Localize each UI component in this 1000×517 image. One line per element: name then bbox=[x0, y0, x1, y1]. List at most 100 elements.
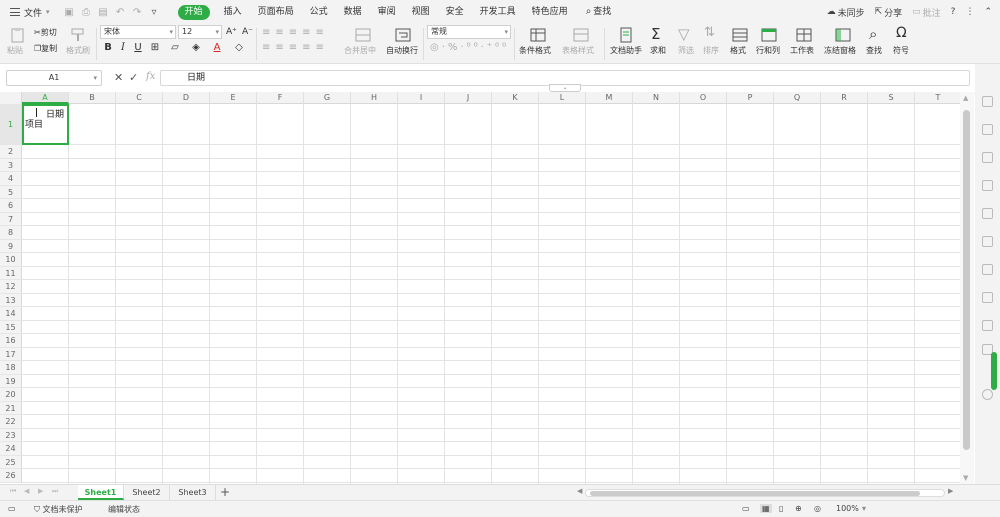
row-header-19[interactable]: 19 bbox=[0, 374, 22, 388]
column-header-k[interactable]: K bbox=[492, 92, 539, 104]
chevron-down-icon[interactable]: ⌄ bbox=[549, 84, 581, 92]
increase-font-icon[interactable]: A⁺ bbox=[226, 27, 237, 37]
hscroll-left-icon[interactable]: ◀ bbox=[577, 487, 582, 495]
number-format-select[interactable]: 常规 bbox=[427, 25, 511, 39]
paste-button[interactable]: 粘贴 bbox=[7, 45, 23, 56]
save-icon[interactable]: ▣ bbox=[64, 7, 75, 18]
column-header-i[interactable]: I bbox=[398, 92, 445, 104]
column-header-a[interactable]: A bbox=[22, 92, 69, 104]
print-icon[interactable]: ⎙ bbox=[81, 7, 92, 18]
sum-button[interactable]: 求和 bbox=[650, 45, 666, 56]
merge-center-button[interactable]: 合并居中 bbox=[344, 45, 376, 56]
conditional-format-button[interactable]: 条件格式 bbox=[519, 45, 551, 56]
row-header-3[interactable]: 3 bbox=[0, 158, 22, 172]
column-header-r[interactable]: R bbox=[821, 92, 868, 104]
view-normal-icon[interactable]: ▭ bbox=[742, 504, 750, 513]
row-header-1[interactable]: 1 bbox=[0, 104, 22, 145]
row-header-8[interactable]: 8 bbox=[0, 226, 22, 240]
chevron-down-icon[interactable]: ▾ bbox=[862, 504, 866, 513]
doc-assistant-button[interactable]: 文档助手 bbox=[610, 45, 642, 56]
panel-icon[interactable] bbox=[982, 152, 993, 163]
decrease-font-icon[interactable]: A⁻ bbox=[242, 27, 253, 37]
row-header-23[interactable]: 23 bbox=[0, 428, 22, 442]
prev-sheet-icon[interactable]: ◀ bbox=[24, 487, 29, 495]
column-header-o[interactable]: O bbox=[680, 92, 727, 104]
tab-5[interactable]: 审阅 bbox=[370, 0, 404, 24]
vertical-scroll-thumb[interactable] bbox=[963, 110, 970, 450]
column-header-q[interactable]: Q bbox=[774, 92, 821, 104]
cut-button[interactable]: ✂剪切 bbox=[34, 27, 57, 38]
column-header-m[interactable]: M bbox=[586, 92, 633, 104]
wrap-text-button[interactable]: 自动换行 bbox=[386, 45, 418, 56]
search-tab[interactable]: ⌕ 查找 bbox=[578, 0, 620, 24]
tab-4[interactable]: 数据 bbox=[336, 0, 370, 24]
row-header-10[interactable]: 10 bbox=[0, 253, 22, 267]
row-header-16[interactable]: 16 bbox=[0, 334, 22, 348]
underline-icon[interactable]: U bbox=[133, 42, 143, 53]
view-reading-icon[interactable]: ⊕ bbox=[795, 504, 802, 513]
undo-icon[interactable]: ↶ bbox=[115, 7, 126, 18]
horizontal-scroll-thumb[interactable] bbox=[590, 491, 920, 496]
row-header-6[interactable]: 6 bbox=[0, 199, 22, 213]
share-button[interactable]: ⇱ 分享 bbox=[875, 6, 903, 19]
hscroll-right-icon[interactable]: ▶ bbox=[948, 487, 953, 495]
comment-button[interactable]: ▭ 批注 bbox=[912, 6, 941, 19]
row-header-20[interactable]: 20 bbox=[0, 388, 22, 402]
row-header-24[interactable]: 24 bbox=[0, 442, 22, 456]
column-header-p[interactable]: P bbox=[727, 92, 774, 104]
macro-icon[interactable]: ▭ bbox=[8, 504, 16, 513]
last-sheet-icon[interactable]: ⏭ bbox=[52, 487, 58, 496]
add-sheet-icon[interactable]: + bbox=[220, 485, 230, 500]
row-header-18[interactable]: 18 bbox=[0, 361, 22, 375]
column-header-f[interactable]: F bbox=[257, 92, 304, 104]
tab-9[interactable]: 特色应用 bbox=[524, 0, 576, 24]
sheet-tab-3[interactable]: Sheet3 bbox=[170, 485, 216, 500]
worksheet-button[interactable]: 工作表 bbox=[790, 45, 814, 56]
panel-icon[interactable] bbox=[982, 236, 993, 247]
table-style-button[interactable]: 表格样式 bbox=[562, 45, 594, 56]
tab-8[interactable]: 开发工具 bbox=[472, 0, 524, 24]
sheet-tab-2[interactable]: Sheet2 bbox=[124, 485, 170, 500]
next-sheet-icon[interactable]: ▶ bbox=[38, 487, 43, 495]
format-button[interactable]: 格式 bbox=[730, 45, 746, 56]
row-header-21[interactable]: 21 bbox=[0, 401, 22, 415]
vertical-scrollbar[interactable]: ▲ ▼ bbox=[960, 92, 974, 484]
name-box[interactable]: A1 bbox=[6, 70, 102, 86]
row-header-13[interactable]: 13 bbox=[0, 293, 22, 307]
customize-icon[interactable]: ▿ bbox=[149, 7, 160, 18]
panel-icon[interactable] bbox=[982, 124, 993, 135]
copy-button[interactable]: ❐复制 bbox=[34, 43, 57, 54]
zoom-level[interactable]: 100% bbox=[836, 504, 859, 513]
freeze-panes-button[interactable]: 冻结窗格 bbox=[824, 45, 856, 56]
cancel-icon[interactable]: ✕ bbox=[114, 71, 123, 84]
first-sheet-icon[interactable]: ⏮ bbox=[10, 487, 16, 496]
redo-icon[interactable]: ↷ bbox=[132, 7, 143, 18]
scroll-down-icon[interactable]: ▼ bbox=[963, 474, 968, 482]
tab-0[interactable]: 开始 bbox=[177, 4, 210, 20]
select-all-corner[interactable] bbox=[0, 92, 22, 104]
panel-icon[interactable] bbox=[982, 320, 993, 331]
column-header-e[interactable]: E bbox=[210, 92, 257, 104]
clear-format-icon[interactable]: ◇ bbox=[234, 42, 244, 53]
panel-icon[interactable] bbox=[982, 208, 993, 219]
panel-icon[interactable] bbox=[982, 292, 993, 303]
row-col-button[interactable]: 行和列 bbox=[756, 45, 780, 56]
help-button[interactable]: ? bbox=[951, 7, 956, 17]
row-header-15[interactable]: 15 bbox=[0, 320, 22, 334]
tab-3[interactable]: 公式 bbox=[302, 0, 336, 24]
sheet-tab-1[interactable]: Sheet1 bbox=[78, 485, 124, 500]
panel-icon[interactable] bbox=[982, 264, 993, 275]
cell-a1[interactable]: 日期 项目 bbox=[22, 104, 69, 145]
horizontal-scrollbar[interactable] bbox=[585, 489, 945, 497]
spreadsheet-grid[interactable]: ABCDEFGHIJKLMNOPQRST 1 2 3 4 5 6 7 8 9 10 11 12 13 14… bbox=[0, 92, 960, 484]
column-header-s[interactable]: S bbox=[868, 92, 915, 104]
find-button[interactable]: 查找 bbox=[866, 45, 882, 56]
row-header-14[interactable]: 14 bbox=[0, 307, 22, 321]
column-header-d[interactable]: D bbox=[163, 92, 210, 104]
panel-icon[interactable] bbox=[982, 180, 993, 191]
font-name-select[interactable]: 宋体 bbox=[100, 25, 176, 39]
row-header-17[interactable]: 17 bbox=[0, 347, 22, 361]
font-color-icon[interactable]: A bbox=[212, 42, 222, 53]
number-format-icons[interactable]: ◎·%·⁰⁰·⁺⁰⁰ bbox=[430, 42, 509, 53]
row-header-2[interactable]: 2 bbox=[0, 145, 22, 159]
